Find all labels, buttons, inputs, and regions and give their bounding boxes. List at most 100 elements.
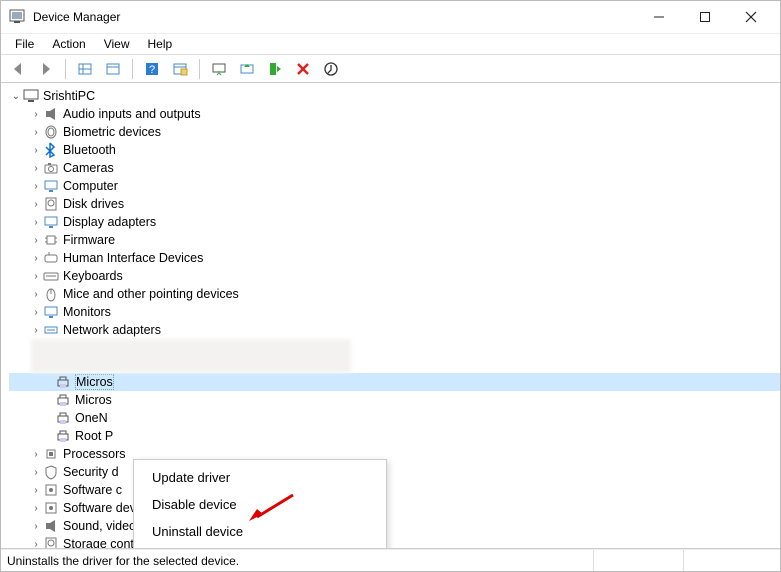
- printer-icon: [55, 392, 71, 408]
- tree-category[interactable]: › Human Interface Devices: [9, 249, 780, 267]
- tree-category-label: Human Interface Devices: [63, 251, 203, 265]
- mouse-icon: [43, 286, 59, 302]
- uninstall-device-button[interactable]: [292, 58, 314, 80]
- toolbar: ?: [1, 55, 780, 83]
- speaker-icon: [43, 518, 59, 534]
- tree-category-label: Disk drives: [63, 197, 124, 211]
- expand-icon[interactable]: ›: [29, 307, 43, 318]
- show-hidden-button[interactable]: [74, 58, 96, 80]
- expand-icon[interactable]: ›: [29, 449, 43, 460]
- expand-icon[interactable]: ›: [29, 181, 43, 192]
- expand-icon[interactable]: ›: [29, 325, 43, 336]
- tree-category[interactable]: ›Computer: [9, 177, 780, 195]
- update-driver-button[interactable]: [236, 58, 258, 80]
- toolbar-separator: [132, 59, 133, 79]
- tree-device[interactable]: Micros: [9, 373, 780, 391]
- tree-device[interactable]: Micros: [9, 391, 780, 409]
- toolbar-separator: [199, 59, 200, 79]
- hid-icon: [43, 250, 59, 266]
- blurred-region: [31, 339, 351, 373]
- tree-category[interactable]: › Bluetooth: [9, 141, 780, 159]
- tree-category-label: Processors: [63, 447, 126, 461]
- tree-device-label: Micros: [75, 374, 114, 390]
- status-bar: Uninstalls the driver for the selected d…: [1, 549, 780, 571]
- tree-category-label: Network adapters: [63, 323, 161, 337]
- expand-icon[interactable]: ›: [29, 109, 43, 120]
- scan-hardware-button[interactable]: [208, 58, 230, 80]
- expand-icon[interactable]: ›: [29, 253, 43, 264]
- tree-category[interactable]: › Processors: [9, 445, 780, 463]
- tree-category[interactable]: › Cameras: [9, 159, 780, 177]
- tree-category-label: Mice and other pointing devices: [63, 287, 239, 301]
- tree-category[interactable]: ›Audio inputs and outputs: [9, 105, 780, 123]
- tree-category[interactable]: ›Storage controllers: [9, 535, 780, 549]
- tree-category[interactable]: ›Sound, video and game controllers: [9, 517, 780, 535]
- enable-device-button[interactable]: [264, 58, 286, 80]
- sw-icon: [43, 500, 59, 516]
- tree-category[interactable]: › Mice and other pointing devices: [9, 285, 780, 303]
- forward-button[interactable]: [35, 58, 57, 80]
- bt-icon: [43, 142, 59, 158]
- context-menu-item[interactable]: Disable device: [134, 491, 386, 518]
- collapse-icon[interactable]: ⌄: [9, 91, 23, 102]
- status-cell: [594, 550, 684, 571]
- expand-icon[interactable]: ›: [29, 163, 43, 174]
- context-menu-item[interactable]: Update driver: [134, 464, 386, 491]
- tree-root[interactable]: ⌄ SrishtiPC: [9, 87, 780, 105]
- computer-icon: [23, 88, 39, 104]
- window-title: Device Manager: [33, 10, 636, 24]
- tree-category-label: Bluetooth: [63, 143, 116, 157]
- expand-icon[interactable]: ›: [29, 521, 43, 532]
- maximize-button[interactable]: [682, 1, 728, 33]
- expand-icon[interactable]: ›: [29, 467, 43, 478]
- expand-icon[interactable]: ›: [29, 217, 43, 228]
- tree-category-label: Monitors: [63, 305, 111, 319]
- expand-icon[interactable]: ›: [29, 289, 43, 300]
- close-button[interactable]: [728, 1, 774, 33]
- sw-icon: [43, 482, 59, 498]
- disable-device-button[interactable]: [320, 58, 342, 80]
- menu-help[interactable]: Help: [140, 35, 181, 53]
- context-menu-item[interactable]: Uninstall device: [134, 518, 386, 545]
- minimize-button[interactable]: [636, 1, 682, 33]
- expand-icon[interactable]: ›: [29, 145, 43, 156]
- tree-category[interactable]: ›Display adapters: [9, 213, 780, 231]
- back-button[interactable]: [7, 58, 29, 80]
- expand-icon[interactable]: ›: [29, 127, 43, 138]
- tree-device[interactable]: Root P: [9, 427, 780, 445]
- tree-category[interactable]: ›Biometric devices: [9, 123, 780, 141]
- expand-icon[interactable]: ›: [29, 503, 43, 514]
- tree-category[interactable]: › Network adapters: [9, 321, 780, 339]
- printer-icon: [55, 410, 71, 426]
- expand-icon[interactable]: ›: [29, 271, 43, 282]
- properties-button[interactable]: [169, 58, 191, 80]
- shield-icon: [43, 464, 59, 480]
- menu-view[interactable]: View: [96, 35, 138, 53]
- help-button[interactable]: ?: [141, 58, 163, 80]
- monitor-icon: [43, 304, 59, 320]
- device-tree[interactable]: ⌄ SrishtiPC ›Audio inputs and outputs›Bi…: [1, 83, 780, 549]
- tree-device-label: Root P: [75, 429, 113, 443]
- expand-icon[interactable]: ›: [29, 539, 43, 550]
- menu-file[interactable]: File: [7, 35, 42, 53]
- tree-category-label: Cameras: [63, 161, 114, 175]
- view-button[interactable]: [102, 58, 124, 80]
- monitor-icon: [43, 178, 59, 194]
- tree-category[interactable]: ›Firmware: [9, 231, 780, 249]
- tree-device[interactable]: OneN: [9, 409, 780, 427]
- speaker-icon: [43, 106, 59, 122]
- tree-category[interactable]: ›Software c: [9, 481, 780, 499]
- expand-icon[interactable]: ›: [29, 485, 43, 496]
- menu-action[interactable]: Action: [44, 35, 93, 53]
- finger-icon: [43, 124, 59, 140]
- printer-icon: [55, 374, 71, 390]
- tree-category[interactable]: › Disk drives: [9, 195, 780, 213]
- tree-device-label: Micros: [75, 393, 112, 407]
- disk-icon: [43, 196, 59, 212]
- tree-category[interactable]: › Monitors: [9, 303, 780, 321]
- tree-category[interactable]: ›Security d: [9, 463, 780, 481]
- expand-icon[interactable]: ›: [29, 199, 43, 210]
- tree-category[interactable]: ›Keyboards: [9, 267, 780, 285]
- expand-icon[interactable]: ›: [29, 235, 43, 246]
- tree-category[interactable]: ›Software devices: [9, 499, 780, 517]
